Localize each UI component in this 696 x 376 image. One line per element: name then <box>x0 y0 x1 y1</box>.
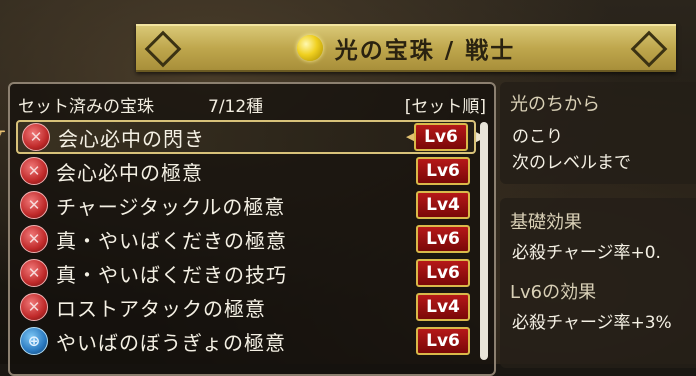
level-effect-title: Lv6の効果 <box>510 282 597 303</box>
red-orb-icon: ✕ <box>20 157 48 185</box>
orb-name: 会心必中の極意 <box>56 160 203 185</box>
orb-name: 真・やいばくだきの極意 <box>56 228 287 253</box>
light-power-panel: 光のちから のこり 次のレベルまで <box>500 82 696 184</box>
list-item[interactable]: ✕ 会心必中の極意 Lv6 <box>16 154 476 188</box>
sort-order-button[interactable]: [セット順] <box>405 92 486 117</box>
list-header: セット済みの宝珠 7/12種 [セット順] <box>18 92 486 117</box>
list-item[interactable]: ✕ 真・やいばくだきの極意 Lv6 <box>16 222 476 256</box>
effect-panel: 基礎効果 必殺チャージ率+0. Lv6の効果 必殺チャージ率+3% <box>500 198 696 368</box>
red-orb-icon: ✕ <box>22 123 50 151</box>
red-orb-icon: ✕ <box>20 225 48 253</box>
next-level-label: 次のレベルまで <box>512 153 631 173</box>
orb-name: やいばのぼうぎょの極意 <box>56 330 286 355</box>
level-badge: Lv6 <box>416 259 470 287</box>
page-title: 光の宝珠 / 戦士 <box>334 38 516 64</box>
title-banner: 光の宝珠 / 戦士 <box>136 24 676 72</box>
pointer-hand-icon: ☛ <box>0 124 12 143</box>
level-badge: Lv4 <box>416 293 470 321</box>
red-orb-icon: ✕ <box>20 259 48 287</box>
base-effect-text: 必殺チャージ率+0. <box>512 243 661 263</box>
red-orb-icon: ✕ <box>20 293 48 321</box>
base-effect-title: 基礎効果 <box>510 212 582 233</box>
remaining-label: のこり <box>512 127 563 147</box>
light-orb-icon <box>296 35 323 61</box>
orb-list: ✕ 会心必中の閃き ◀ Lv6 ▶ ✕ 会心必中の極意 Lv6 ✕ チャージタッ… <box>16 120 486 358</box>
orb-name: 会心必中の閃き <box>58 126 205 151</box>
set-count: 7/12種 <box>208 97 264 117</box>
power-title: 光のちから <box>510 94 600 115</box>
red-orb-icon: ✕ <box>20 191 48 219</box>
list-item[interactable]: ⊕ やいばのぼうぎょの極意 Lv6 <box>16 324 476 358</box>
list-item[interactable]: ✕ 真・やいばくだきの技巧 Lv6 <box>16 256 476 290</box>
level-badge: Lv6 <box>416 327 470 355</box>
level-effect-text: 必殺チャージ率+3% <box>512 313 672 333</box>
level-badge: Lv6 <box>416 225 470 253</box>
level-badge: Lv4 <box>416 191 470 219</box>
orb-name: ロストアタックの極意 <box>56 296 266 321</box>
orb-name: チャージタックルの極意 <box>56 194 286 219</box>
list-item[interactable]: ✕ 会心必中の閃き ◀ Lv6 ▶ <box>16 120 486 154</box>
list-scrollbar[interactable] <box>480 122 488 360</box>
orb-list-panel: セット済みの宝珠 7/12種 [セット順] ✕ 会心必中の閃き ◀ Lv6 ▶ … <box>8 82 496 376</box>
blue-orb-icon: ⊕ <box>20 327 48 355</box>
list-title: セット済みの宝珠 <box>18 97 154 117</box>
level-badge: Lv6 <box>416 157 470 185</box>
orb-name: 真・やいばくだきの技巧 <box>56 262 287 287</box>
level-badge: Lv6 <box>414 123 468 151</box>
list-item[interactable]: ✕ ロストアタックの極意 Lv4 <box>16 290 476 324</box>
list-item[interactable]: ✕ チャージタックルの極意 Lv4 <box>16 188 476 222</box>
